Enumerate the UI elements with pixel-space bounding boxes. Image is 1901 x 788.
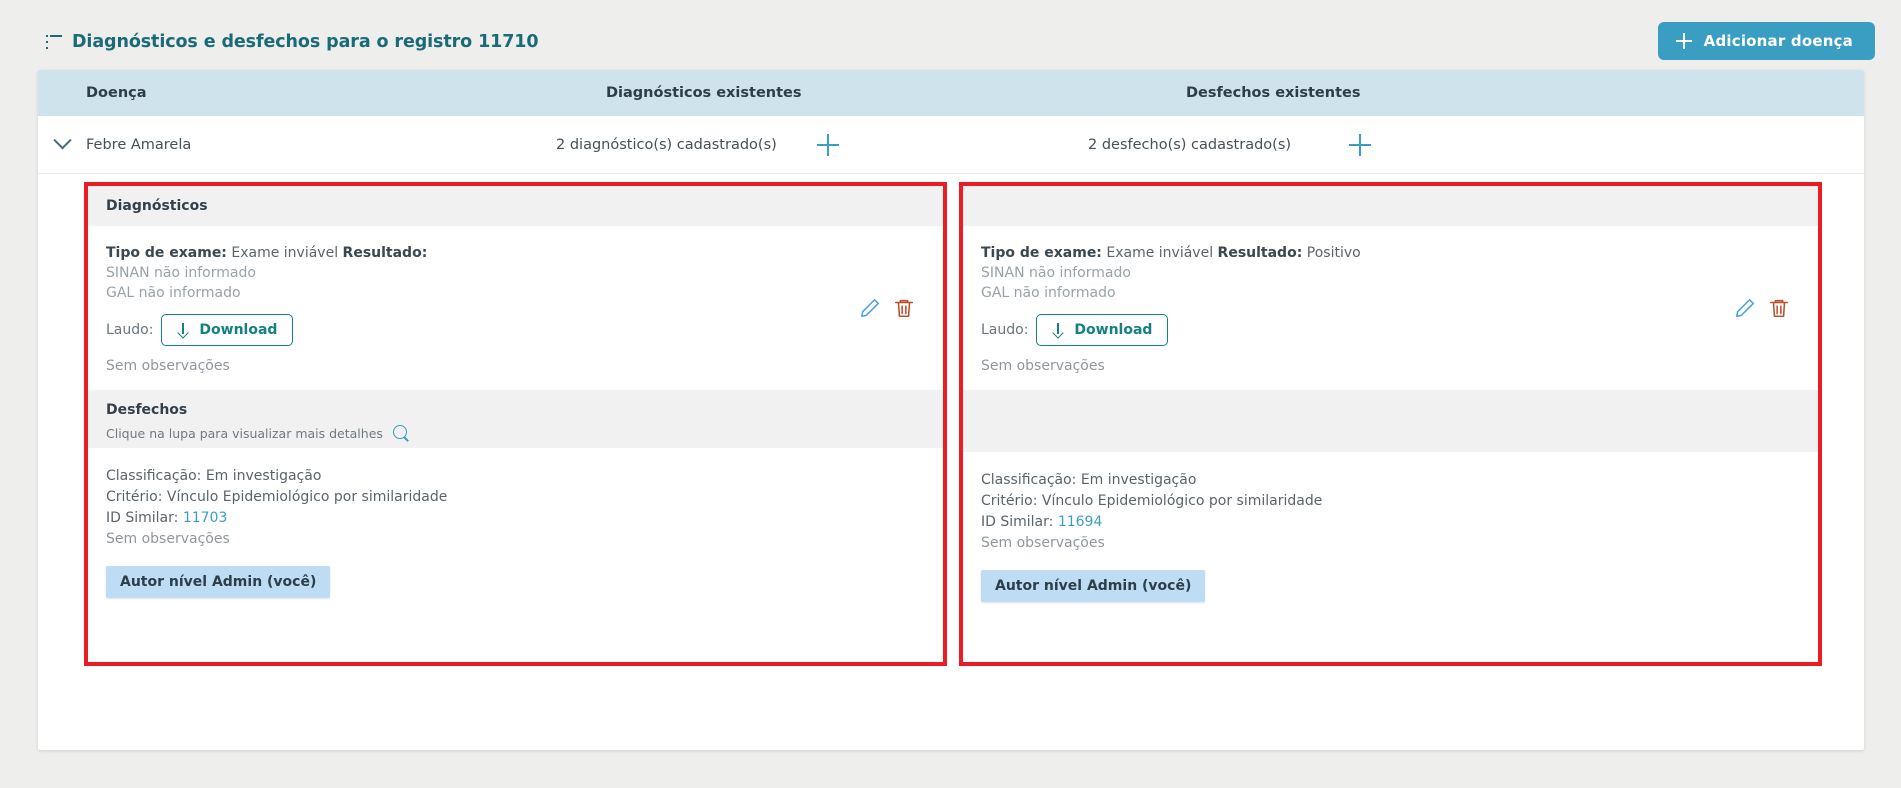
exam-type-value: Exame inviável (1106, 245, 1214, 261)
cell-disease-name: Febre Amarela (86, 136, 192, 153)
table-header-row: Doença Diagnósticos existentes Desfechos… (38, 70, 1864, 116)
outcome-criterion: Critério: Vínculo Epidemiológico por sim… (981, 492, 1323, 509)
diagnostics-panel-left: Diagnósticos Tipo de exame: Exame inviáv… (84, 182, 947, 666)
cell-outcomes-count: 2 desfecho(s) cadastrado(s) (1088, 136, 1292, 153)
plus-icon (1349, 133, 1371, 156)
download-arrow-icon (177, 322, 189, 337)
add-outcome-button[interactable] (1338, 133, 1382, 156)
gal-line: GAL não informado (106, 284, 241, 301)
result-label: Resultado: (1217, 245, 1303, 261)
add-disease-label: Adicionar doença (1703, 32, 1853, 50)
column-header-diagnoses: Diagnósticos existentes (606, 85, 802, 101)
laudo-label: Laudo: (106, 321, 154, 338)
outcome-card-body: Classificação: Em investigação Critério:… (88, 448, 943, 614)
author-badge[interactable]: Autor nível Admin (você) (106, 565, 331, 598)
similar-id-value[interactable]: 11703 (183, 510, 228, 526)
download-label: Download (1074, 321, 1153, 338)
diagnosis-card: Tipo de exame: Exame inviável Resultado:… (88, 226, 943, 390)
diagnostics-section-header: Diagnósticos (88, 186, 943, 226)
result-label: Resultado: (342, 245, 428, 261)
diagnosis-observations: Sem observações (106, 357, 230, 374)
result-value: Positivo (1306, 245, 1361, 261)
outcome-similar-id-line: ID Similar: 11694 (981, 512, 1802, 533)
outcome-card: Classificação: Em investigação Critério:… (963, 451, 1818, 662)
diagnosis-card-body: Tipo de exame: Exame inviável Resultado:… (88, 226, 859, 390)
similar-id-label: ID Similar: (106, 509, 179, 526)
author-badge[interactable]: Autor nível Admin (você) (981, 569, 1206, 602)
expanded-detail-area: Diagnósticos Tipo de exame: Exame inviáv… (38, 174, 1864, 676)
sinan-line: SINAN não informado (981, 264, 1131, 281)
diagnosis-card-body: Tipo de exame: Exame inviável Resultado:… (963, 226, 1734, 390)
outcome-classification: Classificação: Em investigação (106, 467, 322, 484)
diagnostics-section-title: Diagnósticos (106, 198, 208, 214)
add-diagnosis-button[interactable] (806, 133, 850, 156)
column-header-disease: Doença (86, 85, 147, 101)
plus-icon (1675, 33, 1692, 49)
outcome-card: Classificação: Em investigação Critério:… (88, 447, 943, 662)
outcome-card-body: Classificação: Em investigação Critério:… (963, 452, 1818, 618)
outcomes-hint: Clique na lupa para visualizar mais deta… (106, 424, 943, 442)
diagnostics-panel-right: Tipo de exame: Exame inviável Resultado:… (959, 182, 1822, 666)
page-title: Diagnósticos e desfechos para o registro… (46, 32, 539, 52)
outcomes-section-header: Desfechos Clique na lupa para visualizar… (88, 390, 943, 448)
download-laudo-button[interactable]: Download (1036, 313, 1169, 346)
diagnosis-observations: Sem observações (981, 357, 1105, 374)
diagnosis-card-actions (1734, 297, 1818, 319)
pencil-icon[interactable] (1734, 297, 1756, 319)
cell-diagnoses-count: 2 diagnóstico(s) cadastrado(s) (556, 136, 777, 153)
pencil-icon[interactable] (859, 297, 881, 319)
trash-icon[interactable] (893, 297, 915, 319)
exam-line: Tipo de exame: Exame inviável Resultado: (106, 244, 843, 264)
outcomes-section-header-right (963, 390, 1818, 452)
list-icon (46, 35, 62, 49)
diagnosis-card: Tipo de exame: Exame inviável Resultado:… (963, 226, 1818, 390)
column-header-outcomes: Desfechos existentes (1186, 85, 1361, 101)
gal-line: GAL não informado (981, 284, 1116, 301)
outcomes-hint-text: Clique na lupa para visualizar mais deta… (106, 425, 383, 441)
page-title-text: Diagnósticos e desfechos para o registro… (72, 32, 539, 52)
page-header: Diagnósticos e desfechos para o registro… (0, 22, 1901, 72)
outcome-classification: Classificação: Em investigação (981, 471, 1197, 488)
diagnostics-section-header-right (963, 186, 1818, 226)
exam-type-label: Tipo de exame: (106, 245, 227, 261)
diagnosis-card-actions (859, 297, 943, 319)
similar-id-value[interactable]: 11694 (1058, 514, 1103, 530)
exam-type-label: Tipo de exame: (981, 245, 1102, 261)
laudo-row: Laudo: Download (106, 313, 843, 346)
exam-type-value: Exame inviável (231, 245, 339, 261)
table-row: Febre Amarela 2 diagnóstico(s) cadastrad… (38, 116, 1864, 174)
download-laudo-button[interactable]: Download (161, 313, 294, 346)
laudo-row: Laudo: Download (981, 313, 1718, 346)
sinan-line: SINAN não informado (106, 264, 256, 281)
magnifier-icon[interactable] (392, 424, 410, 442)
outcomes-section-title: Desfechos (106, 401, 188, 418)
page-root: Diagnósticos e desfechos para o registro… (0, 0, 1901, 788)
exam-line: Tipo de exame: Exame inviável Resultado:… (981, 244, 1718, 264)
plus-icon (817, 133, 839, 156)
add-disease-button[interactable]: Adicionar doença (1657, 22, 1875, 60)
outcome-observations: Sem observações (981, 534, 1105, 551)
download-label: Download (199, 321, 278, 338)
download-arrow-icon (1052, 322, 1064, 337)
similar-id-label: ID Similar: (981, 513, 1054, 530)
chevron-down-icon (52, 131, 72, 150)
outcome-observations: Sem observações (106, 530, 230, 547)
expand-row-toggle[interactable] (38, 131, 86, 151)
outcome-similar-id-line: ID Similar: 11703 (106, 508, 927, 529)
laudo-label: Laudo: (981, 321, 1029, 338)
diagnoses-table-card: Doença Diagnósticos existentes Desfechos… (38, 70, 1864, 750)
outcome-criterion: Critério: Vínculo Epidemiológico por sim… (106, 488, 448, 505)
trash-icon[interactable] (1768, 297, 1790, 319)
